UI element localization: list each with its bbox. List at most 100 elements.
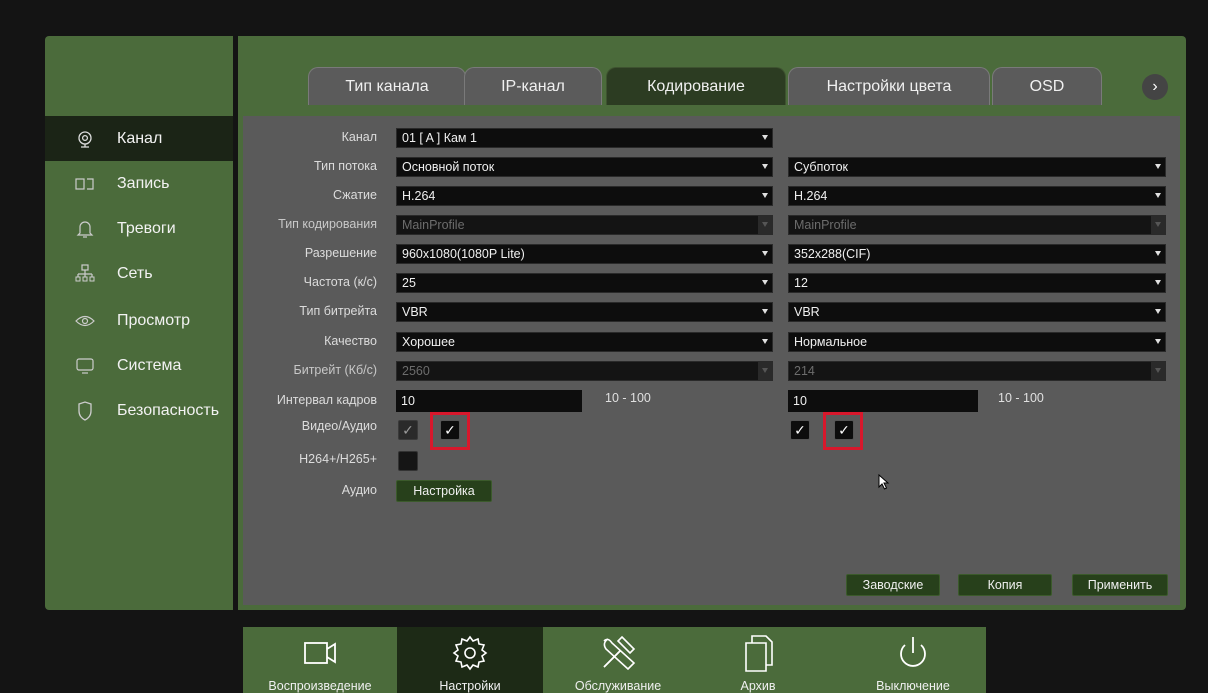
sidebar-item-security[interactable]: Безопасность	[45, 388, 233, 433]
settings-gear-icon	[449, 633, 491, 673]
copy-button[interactable]: Копия	[958, 574, 1052, 596]
sub-stream-type-select[interactable]: Субпоток	[788, 157, 1166, 177]
sub-compression-value: H.264	[794, 189, 828, 203]
chevron-down-icon	[1155, 280, 1161, 285]
chevron-down-icon	[1155, 309, 1161, 314]
main-quality-value: Хорошее	[402, 335, 455, 349]
channel-label: Канал	[341, 130, 377, 144]
main-resolution-value: 960x1080(1080P Lite)	[402, 247, 525, 261]
sidebar-item-label: Сеть	[117, 264, 153, 282]
playback-camera-icon	[299, 633, 341, 673]
video-audio-label: Видео/Аудио	[301, 419, 377, 433]
sidebar-item-label: Канал	[117, 129, 163, 147]
main-bitrate-type-value: VBR	[402, 305, 428, 319]
highlight-box	[823, 412, 863, 450]
main-framerate-select[interactable]: 25	[396, 273, 773, 293]
main-bitrate-select: 2560	[396, 361, 773, 381]
sidebar-item-label: Просмотр	[117, 311, 191, 329]
eye-icon	[75, 311, 95, 331]
sub-bitrate-value: 214	[794, 364, 815, 378]
sub-resolution-select[interactable]: 352x288(CIF)	[788, 244, 1166, 264]
chevron-down-icon	[762, 164, 768, 169]
sub-compression-select[interactable]: H.264	[788, 186, 1166, 206]
nav-maintenance[interactable]: Обслуживание	[543, 627, 693, 693]
main-framerate-value: 25	[402, 276, 416, 290]
sidebar-item-label: Тревоги	[117, 219, 176, 237]
sidebar-item-label: Запись	[117, 174, 170, 192]
nav-settings[interactable]: Настройки	[397, 627, 543, 693]
main-video-checkbox[interactable]: ✓	[398, 420, 418, 440]
chevron-down-icon	[762, 251, 768, 256]
main-stream-type-value: Основной поток	[402, 160, 495, 174]
quality-label: Качество	[324, 334, 377, 348]
sub-bitrate-type-value: VBR	[794, 305, 820, 319]
main-encoding-type-value: MainProfile	[402, 218, 465, 232]
chevron-down-icon	[1155, 222, 1161, 227]
resolution-label: Разрешение	[304, 246, 377, 260]
chevron-down-icon	[762, 309, 768, 314]
nav-playback[interactable]: Воспроизведение	[243, 627, 397, 693]
chevron-down-icon	[1155, 251, 1161, 256]
sidebar-item-record[interactable]: Запись	[45, 161, 233, 206]
network-icon	[75, 263, 95, 284]
camera-icon	[75, 129, 95, 149]
sidebar-item-alarms[interactable]: Тревоги	[45, 206, 233, 251]
main-compression-value: H.264	[402, 189, 436, 203]
chevron-down-icon	[762, 339, 768, 344]
shield-icon	[75, 400, 95, 421]
mouse-cursor-icon	[878, 474, 890, 490]
tab-encoding[interactable]: Кодирование	[606, 67, 786, 105]
sidebar-item-label: Безопасность	[117, 401, 220, 419]
tab-channel-type[interactable]: Тип канала	[308, 67, 466, 105]
main-quality-select[interactable]: Хорошее	[396, 332, 773, 352]
main-keyframe-input[interactable]: 10	[396, 390, 582, 412]
nav-shutdown[interactable]: Выключение	[843, 627, 983, 693]
monitor-icon	[75, 356, 95, 376]
defaults-button[interactable]: Заводские	[846, 574, 940, 596]
main-compression-select[interactable]: H.264	[396, 186, 773, 206]
tabs-next-button[interactable]: ›	[1142, 74, 1168, 100]
sub-stream-type-value: Субпоток	[794, 160, 849, 174]
sidebar-item-network[interactable]: Сеть	[45, 251, 233, 296]
chevron-down-icon	[1155, 193, 1161, 198]
chevron-down-icon	[1155, 368, 1161, 373]
tab-osd[interactable]: OSD	[992, 67, 1102, 105]
main-resolution-select[interactable]: 960x1080(1080P Lite)	[396, 244, 773, 264]
tab-ip-channel[interactable]: IP-канал	[464, 67, 602, 105]
sub-video-checkbox[interactable]: ✓	[790, 420, 810, 440]
sub-framerate-select[interactable]: 12	[788, 273, 1166, 293]
audio-settings-button[interactable]: Настройка	[396, 480, 492, 502]
sidebar-item-channel[interactable]: Канал	[45, 116, 233, 161]
sidebar-item-label: Система	[117, 356, 182, 374]
h264plus-label: H264+/H265+	[299, 452, 377, 466]
framerate-label: Частота (к/с)	[303, 275, 377, 289]
sub-keyframe-input[interactable]: 10	[788, 390, 978, 412]
audio-label: Аудио	[341, 483, 377, 497]
main-bitrate-type-select[interactable]: VBR	[396, 302, 773, 322]
nav-label: Обслуживание	[574, 679, 662, 693]
main-encoding-type-select: MainProfile	[396, 215, 773, 235]
nav-archive[interactable]: Архив	[693, 627, 823, 693]
sub-framerate-value: 12	[794, 276, 808, 290]
chevron-down-icon	[762, 280, 768, 285]
sidebar-item-system[interactable]: Система	[45, 343, 233, 388]
encoding-type-label: Тип кодирования	[278, 217, 377, 231]
sub-resolution-value: 352x288(CIF)	[794, 247, 871, 261]
main-stream-type-select[interactable]: Основной поток	[396, 157, 773, 177]
chevron-down-icon	[762, 135, 768, 140]
chevron-down-icon	[1155, 164, 1161, 169]
sub-bitrate-type-select[interactable]: VBR	[788, 302, 1166, 322]
sub-quality-value: Нормальное	[794, 335, 868, 349]
tab-color-settings[interactable]: Настройки цвета	[788, 67, 990, 105]
chevron-down-icon	[762, 222, 768, 227]
sub-quality-select[interactable]: Нормальное	[788, 332, 1166, 352]
keyframe-interval-label: Интервал кадров	[276, 393, 377, 407]
maintenance-tools-icon	[597, 633, 639, 673]
channel-select[interactable]: 01 [ A ] Кам 1	[396, 128, 773, 148]
sidebar-item-view[interactable]: Просмотр	[45, 298, 233, 343]
compression-label: Сжатие	[332, 188, 377, 202]
bitrate-type-label: Тип битрейта	[299, 304, 377, 318]
h264plus-checkbox[interactable]	[398, 451, 418, 471]
apply-button[interactable]: Применить	[1072, 574, 1168, 596]
record-icon	[75, 174, 95, 194]
